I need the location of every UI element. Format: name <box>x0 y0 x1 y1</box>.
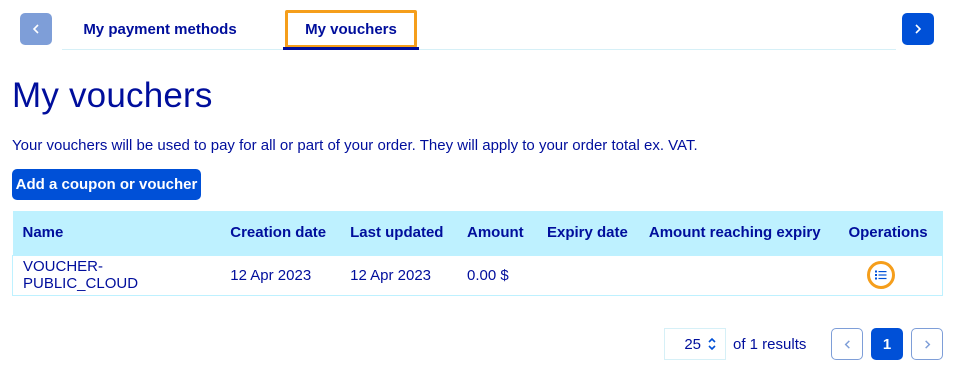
tab-divider <box>62 49 896 50</box>
active-tab-indicator <box>283 47 419 50</box>
column-header-amount[interactable]: Amount <box>457 211 537 255</box>
tab-payment-methods-label: My payment methods <box>83 20 237 38</box>
page-title: My vouchers <box>12 76 213 115</box>
column-header-last-updated[interactable]: Last updated <box>340 211 457 255</box>
column-header-name[interactable]: Name <box>12 211 221 255</box>
cell-amount-reaching-expiry <box>638 254 839 296</box>
cell-amount: 0.00 $ <box>457 254 537 296</box>
list-icon <box>875 270 887 280</box>
chevron-left-icon <box>32 24 39 34</box>
chevron-right-icon <box>915 24 922 34</box>
tabs-next-button[interactable] <box>902 13 934 45</box>
results-per-page-select[interactable]: 25 <box>664 328 726 360</box>
add-voucher-button[interactable]: Add a coupon or voucher <box>12 169 201 200</box>
intro-text: Your vouchers will be used to pay for al… <box>12 137 698 154</box>
operations-menu-button[interactable] <box>867 261 896 289</box>
column-header-creation-date[interactable]: Creation date <box>220 211 341 255</box>
tab-payment-methods[interactable]: My payment methods <box>70 10 250 48</box>
column-header-operations: Operations <box>838 211 943 255</box>
pagination-previous-button[interactable] <box>831 328 863 360</box>
table-row: VOUCHER-PUBLIC_CLOUD 12 Apr 2023 12 Apr … <box>12 254 944 296</box>
pagination-next-button[interactable] <box>911 328 943 360</box>
chevron-left-icon <box>844 339 850 349</box>
tab-my-vouchers-label: My vouchers <box>305 20 397 38</box>
cell-operations <box>838 254 944 296</box>
chevron-right-icon <box>924 339 930 349</box>
cell-expiry-date <box>536 254 639 296</box>
tab-bar: My payment methods My vouchers <box>0 0 954 60</box>
per-page-value: 25 <box>684 335 701 353</box>
tab-my-vouchers[interactable]: My vouchers <box>285 10 417 48</box>
cell-creation-date: 12 Apr 2023 <box>220 254 341 296</box>
vouchers-table: Name Creation date Last updated Amount E… <box>12 211 944 296</box>
results-count-text: of 1 results <box>733 336 807 353</box>
table-header-row: Name Creation date Last updated Amount E… <box>12 211 943 255</box>
chevron-up-down-icon <box>708 337 716 351</box>
cell-name: VOUCHER-PUBLIC_CLOUD <box>12 254 221 296</box>
pagination-page-button[interactable]: 1 <box>871 328 903 360</box>
column-header-amount-reaching-expiry[interactable]: Amount reaching expiry <box>638 211 839 255</box>
tabs-previous-button[interactable] <box>20 13 52 45</box>
cell-last-updated: 12 Apr 2023 <box>340 254 457 296</box>
column-header-expiry-date[interactable]: Expiry date <box>536 211 639 255</box>
